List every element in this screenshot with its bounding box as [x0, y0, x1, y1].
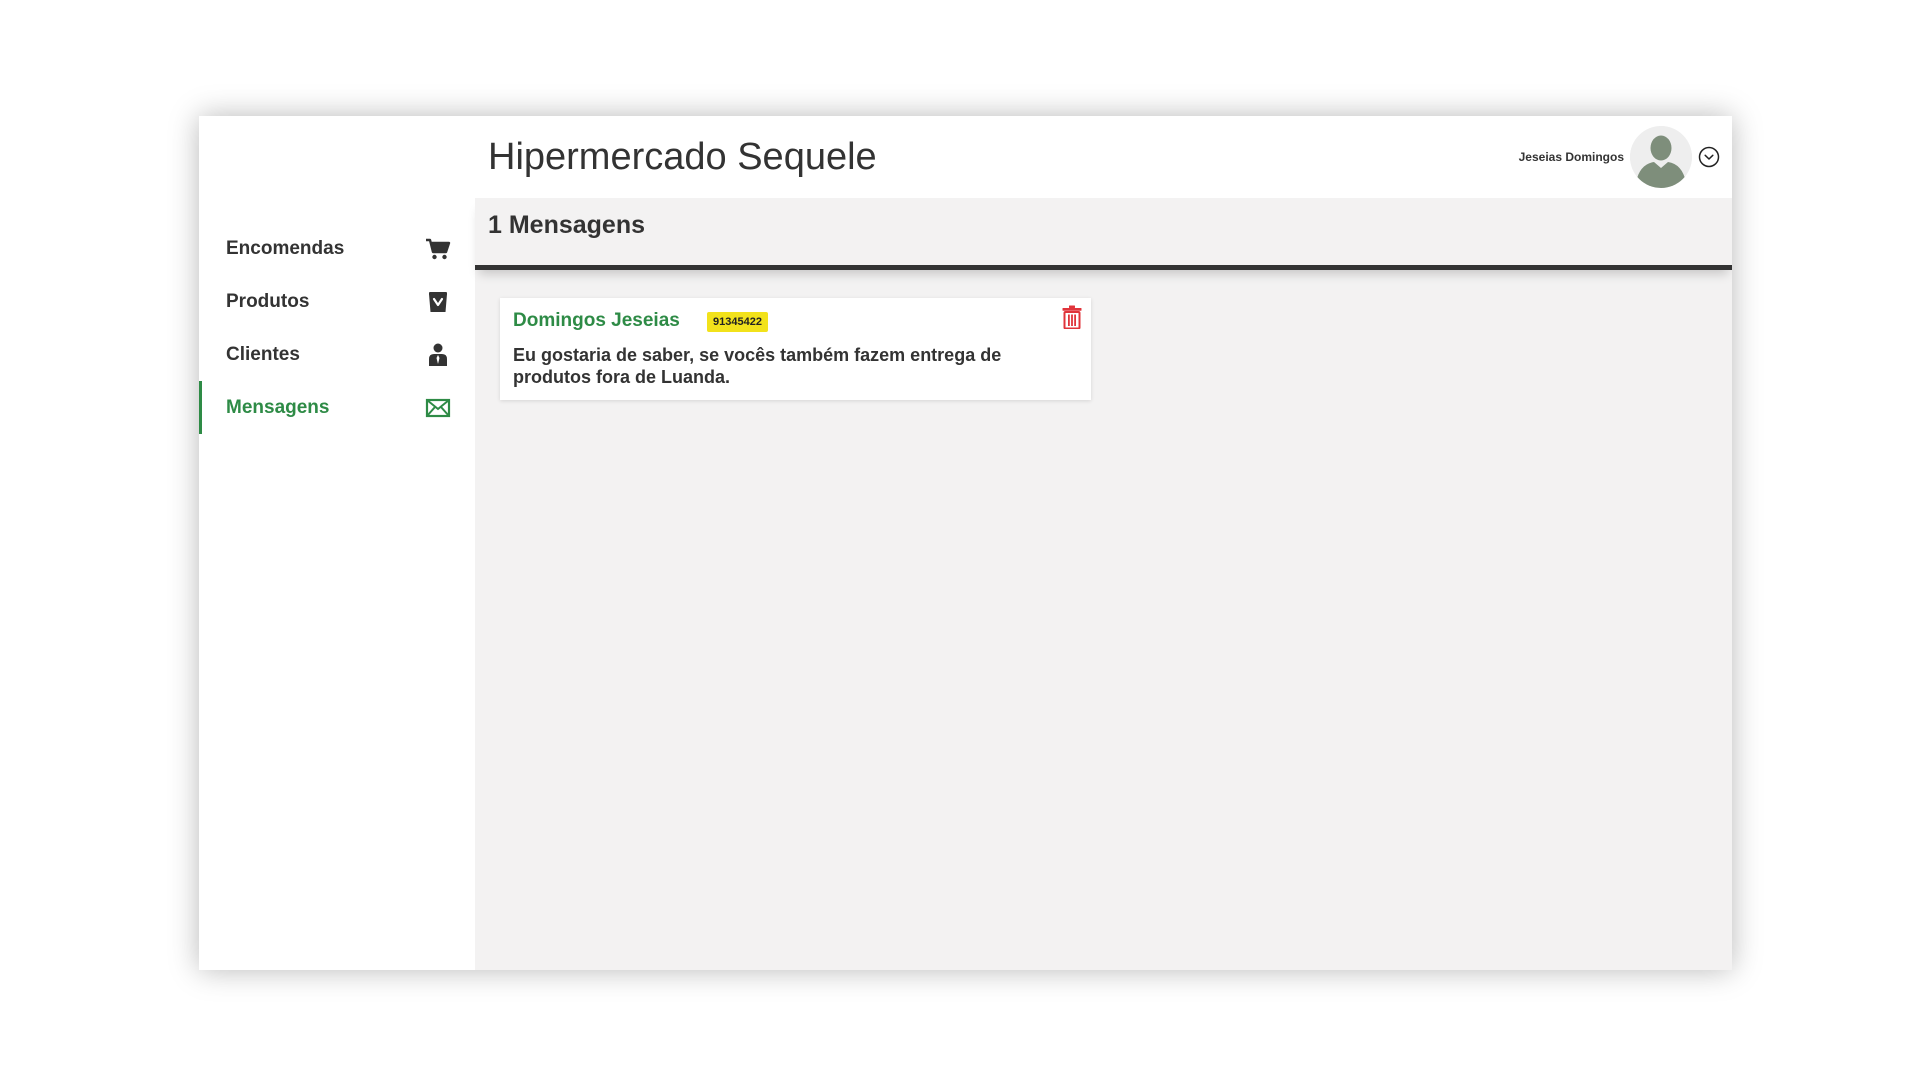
message-text: Eu gostaria de saber, se vocês também fa… — [513, 345, 1002, 387]
section-header: 1 Mensagens — [475, 198, 1732, 270]
delete-message-button[interactable] — [1061, 304, 1083, 330]
sidebar-item-label: Clientes — [226, 343, 300, 365]
sidebar-item-mensagens[interactable]: Mensagens — [199, 381, 475, 434]
avatar[interactable] — [1630, 126, 1692, 188]
user-name: Jeseias Domingos — [1518, 150, 1624, 164]
phone-badge: 91345422 — [707, 312, 768, 332]
message-card: Domingos Jeseias 91345422 Eu gostaria de… — [500, 298, 1091, 400]
app-title: Hipermercado Sequele — [488, 136, 877, 178]
sidebar: Encomendas Produtos Clientes Mensagens — [199, 116, 475, 970]
user-tie-icon — [425, 342, 451, 368]
sidebar-item-encomendas[interactable]: Encomendas — [199, 222, 475, 275]
shopping-bag-icon — [425, 289, 451, 315]
app-window: Encomendas Produtos Clientes Mensagens H… — [199, 116, 1732, 970]
user-menu: Jeseias Domingos — [1519, 125, 1720, 189]
sidebar-item-label: Encomendas — [226, 237, 345, 259]
chevron-down-circle-icon — [1698, 146, 1720, 168]
trash-icon — [1062, 305, 1082, 329]
sidebar-item-label: Mensagens — [226, 396, 330, 418]
sidebar-item-clientes[interactable]: Clientes — [199, 328, 475, 381]
user-dropdown-toggle[interactable] — [1698, 146, 1720, 168]
user-silhouette-icon — [1630, 126, 1692, 188]
main-content: 1 Mensagens Domingos Jeseias 91345422 Eu… — [475, 198, 1732, 970]
section-title: 1 Mensagens — [488, 211, 646, 239]
top-header: Hipermercado Sequele Jeseias Domingos — [475, 116, 1732, 198]
sidebar-item-label: Produtos — [226, 290, 310, 312]
sidebar-item-produtos[interactable]: Produtos — [199, 275, 475, 328]
message-sender: Domingos Jeseias — [513, 310, 680, 331]
shopping-cart-icon — [425, 236, 451, 262]
envelope-icon — [425, 395, 451, 421]
sidebar-nav: Encomendas Produtos Clientes Mensagens — [199, 222, 475, 434]
